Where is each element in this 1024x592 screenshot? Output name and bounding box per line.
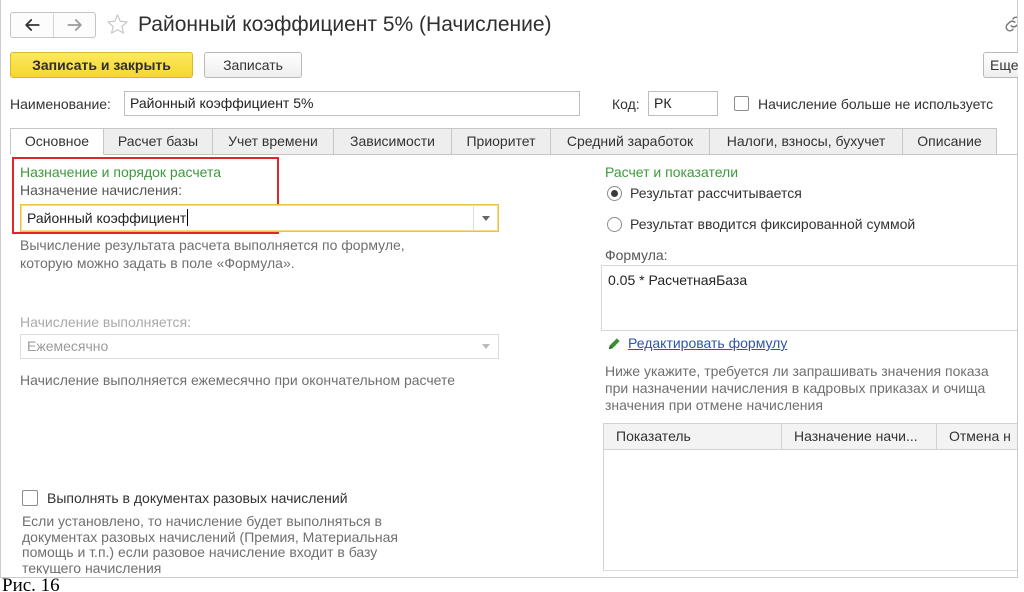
one-time-hint-line: помощь и т.п.) если разовое начисление в…	[22, 544, 378, 560]
name-input[interactable]: Районный коэффициент 5%	[124, 91, 580, 116]
indicators-hint-line: значения при отмене начисления	[605, 397, 823, 413]
schedule-label: Начисление выполняется:	[20, 314, 191, 330]
purpose-value-text: Районный коэффициент	[27, 210, 187, 226]
save-button[interactable]: Записать	[204, 52, 302, 78]
tab-basic[interactable]: Основное	[10, 128, 104, 155]
schedule-hint: Начисление выполняется ежемесячно при ок…	[20, 372, 456, 388]
tab-taxes-accounting[interactable]: Налоги, взносы, бухучет	[710, 128, 903, 155]
section-title-purpose: Назначение и порядок расчета	[20, 164, 222, 180]
purpose-hint: Вычисление результата расчета выполняетс…	[20, 236, 405, 272]
purpose-select[interactable]: Районный коэффициент	[20, 204, 499, 232]
section-title-calculation: Расчет и показатели	[605, 164, 739, 180]
one-time-hint-line: Если установлено, то начисление будет вы…	[22, 514, 382, 529]
name-label: Наименование:	[10, 96, 111, 112]
tab-average-earnings[interactable]: Средний заработок	[551, 128, 710, 155]
indicators-hint-line: Ниже укажите, требуется ли запрашивать з…	[605, 363, 989, 379]
indicators-hint-line: при назначении начисления в кадровых при…	[605, 380, 986, 396]
forward-button[interactable]	[53, 13, 95, 37]
back-button[interactable]	[11, 13, 53, 37]
purpose-hint-line: Вычисление результата расчета выполняетс…	[20, 237, 405, 253]
one-time-hint-line: текущего начисления	[22, 559, 162, 574]
indicators-hint: Ниже укажите, требуется ли запрашивать з…	[605, 363, 1016, 414]
schedule-dropdown-button	[473, 335, 498, 358]
tab-base-calculation[interactable]: Расчет базы	[104, 128, 213, 155]
arrow-left-icon	[25, 19, 40, 31]
radio-fixed-amount-label[interactable]: Результат вводится фиксированной суммой	[630, 215, 915, 233]
save-and-close-button[interactable]: Записать и закрыть	[10, 52, 193, 78]
chevron-down-icon	[482, 215, 490, 221]
purpose-dropdown-button[interactable]	[473, 205, 498, 231]
column-header-indicator[interactable]: Показатель	[604, 424, 781, 449]
radio-calculated[interactable]	[607, 186, 622, 201]
not-used-label[interactable]: Начисление больше не используетс	[758, 95, 1016, 113]
navigation-buttons	[10, 12, 96, 38]
not-used-checkbox[interactable]	[734, 96, 749, 111]
chevron-down-icon	[481, 344, 490, 349]
one-time-hint-line: документах разовых начислений (Премия, М…	[22, 528, 398, 545]
column-header-assignment[interactable]: Назначение начи...	[781, 424, 936, 449]
chain-link-icon	[1005, 16, 1017, 32]
more-button[interactable]: Еще	[983, 52, 1018, 78]
code-input[interactable]: РК	[648, 91, 718, 116]
radio-fixed-amount[interactable]	[607, 217, 622, 232]
radio-calculated-label[interactable]: Результат рассчитывается	[630, 184, 802, 202]
text-cursor	[187, 209, 189, 226]
schedule-select: Ежемесячно	[20, 334, 499, 359]
purpose-label: Назначение начисления:	[20, 182, 182, 198]
code-label: Код:	[612, 96, 640, 112]
pencil-icon[interactable]	[607, 336, 622, 351]
tab-dependencies[interactable]: Зависимости	[334, 128, 452, 155]
column-header-cancellation[interactable]: Отмена н	[936, 424, 1017, 449]
formula-label: Формула:	[605, 247, 668, 263]
one-time-checkbox[interactable]	[22, 490, 38, 506]
one-time-hint: Если установлено, то начисление будет вы…	[22, 514, 502, 574]
tab-description[interactable]: Описание	[903, 128, 997, 155]
schedule-value: Ежемесячно	[27, 338, 109, 354]
purpose-hint-line: которую можно задать в поле «Формула».	[20, 255, 295, 271]
figure-caption: Рис. 16	[2, 575, 60, 592]
page-title: Районный коэффициент 5% (Начисление)	[138, 13, 552, 36]
link-button[interactable]	[1002, 13, 1017, 35]
tab-time-accounting[interactable]: Учет времени	[213, 128, 334, 155]
arrow-right-icon	[66, 19, 82, 31]
edit-formula-link[interactable]: Редактировать формулу	[628, 334, 787, 352]
star-icon[interactable]	[106, 13, 129, 36]
table-header: Показатель Назначение начи... Отмена н	[604, 423, 1017, 450]
purpose-select-value: Районный коэффициент	[27, 205, 189, 231]
tab-bar: Основное Расчет базы Учет времени Зависи…	[10, 128, 997, 155]
formula-field[interactable]: 0.05 * РасчетнаяБаза	[601, 265, 1017, 331]
indicators-table[interactable]: Показатель Назначение начи... Отмена н	[603, 423, 1017, 571]
tab-priority[interactable]: Приоритет	[452, 128, 551, 155]
one-time-label[interactable]: Выполнять в документах разовых начислени…	[47, 489, 348, 507]
more-button-label: Еще	[990, 57, 1018, 73]
